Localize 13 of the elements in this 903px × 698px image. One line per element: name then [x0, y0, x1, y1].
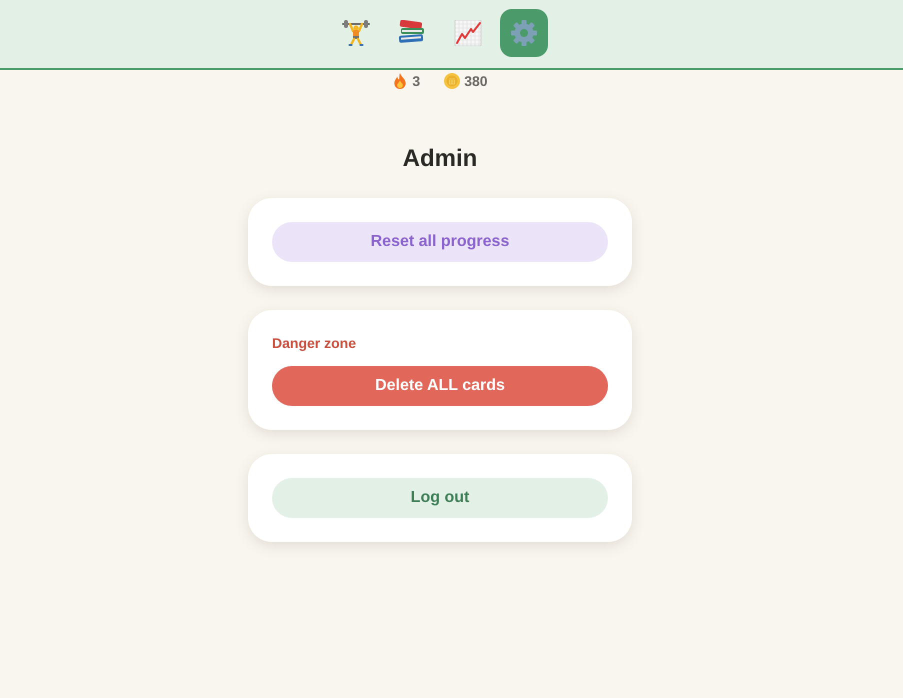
- stat-value: 3: [412, 73, 420, 89]
- action-button[interactable]: Delete ALL cards: [272, 366, 608, 406]
- settings-icon: [510, 20, 538, 46]
- action-button[interactable]: Reset all progress: [272, 222, 608, 262]
- flame-icon: [392, 73, 408, 89]
- chart-icon: [454, 20, 482, 46]
- section-label: Danger zone: [272, 334, 358, 352]
- weightlifter-icon: [342, 20, 370, 46]
- action-button[interactable]: Log out: [272, 478, 608, 518]
- nav-tab[interactable]: [500, 9, 548, 57]
- coin-icon: [444, 73, 460, 89]
- page-title: Admin: [402, 144, 478, 174]
- stat-value: 380: [464, 73, 488, 89]
